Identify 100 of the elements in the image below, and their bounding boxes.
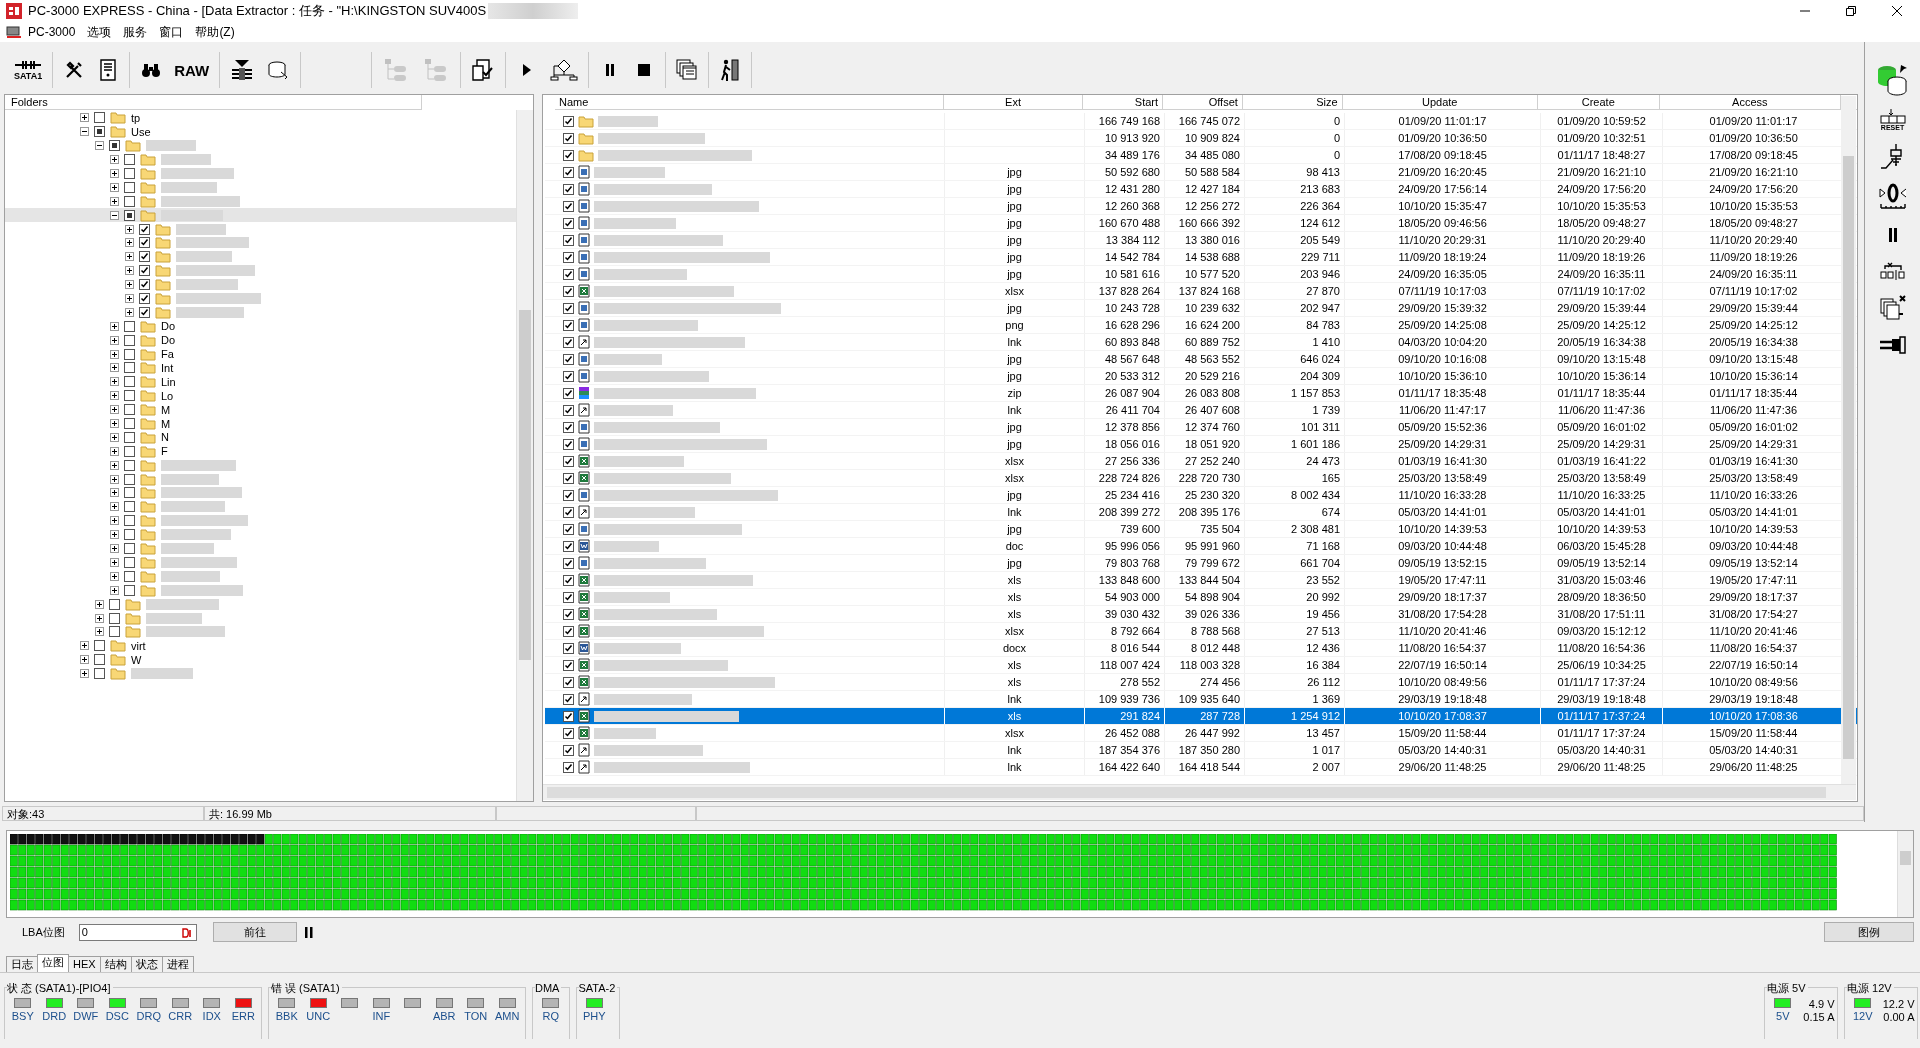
tree-row[interactable]: Lo [5,388,517,403]
tree-item-label[interactable]: N [161,431,169,444]
tree-row[interactable]: Fa [5,347,517,362]
expand-icon[interactable] [110,377,119,387]
scrollbar[interactable] [1897,831,1913,917]
tree-item-label[interactable]: Do [161,334,176,347]
collapse-icon[interactable] [95,141,104,151]
scrollbar[interactable] [1841,96,1856,784]
tree-row[interactable]: M [5,416,517,431]
checkbox[interactable] [563,727,574,739]
expand-icon[interactable] [80,669,89,679]
table-row[interactable]: jpg 48 567 648 48 563 552 646 024 09/10/20 10:16:08 09/10/20 13:15:48 09/10/20 13:15:48 [545,351,1857,368]
tree-row[interactable]: Do [5,333,517,348]
tab[interactable]: 位图 [37,954,69,972]
checkbox[interactable] [563,421,574,433]
tree-row[interactable]: M [5,402,517,417]
tree-item-label[interactable]: Use [131,125,151,138]
expand-icon[interactable] [110,182,119,192]
column-header[interactable]: Ext [943,95,1084,109]
expand-icon[interactable] [110,155,119,165]
table-row[interactable]: jpg 10 243 728 10 239 632 202 947 29/09/20 15:39:32 29/09/20 15:39:44 29/09/20 15:39:44 [545,300,1857,317]
tree-row[interactable]: virt [5,638,517,653]
expand-icon[interactable] [110,335,119,345]
legend-button[interactable]: 图例 [1824,922,1914,942]
checkbox[interactable] [124,459,135,471]
tree-item-label[interactable]: F [161,445,168,458]
checkbox[interactable] [563,676,574,688]
checkbox[interactable] [109,598,120,610]
table-row[interactable]: jpg 12 378 856 12 374 760 101 311 05/09/20 15:52:36 05/09/20 16:01:02 05/09/20 16:01:02 [545,419,1857,436]
table-row[interactable]: jpg 14 542 784 14 538 688 229 711 11/09/20 18:19:24 11/09/20 18:19:26 11/09/20 18:19:26 [545,249,1857,266]
checkbox[interactable] [563,149,574,161]
checkbox[interactable] [124,431,135,443]
checkbox[interactable] [563,319,574,331]
expand-icon[interactable] [110,474,119,484]
tab[interactable]: 进程 [161,956,194,972]
checkbox[interactable] [563,166,574,178]
table-row[interactable]: 34 489 176 34 485 080 0 17/08/20 09:18:45 01/11/17 18:48:27 17/08/20 09:18:45 [545,147,1857,164]
toolbar-button[interactable]: SATA1 [8,53,49,87]
expand-icon[interactable] [110,571,119,581]
checkbox[interactable] [124,362,135,374]
expand-icon[interactable] [110,502,119,512]
expand-icon[interactable] [110,460,119,470]
checkbox[interactable] [124,195,135,207]
checkbox[interactable] [124,320,135,332]
scrollbar[interactable] [543,784,1856,800]
checkbox[interactable] [563,608,574,620]
checkbox[interactable] [139,293,150,304]
table-row[interactable]: xls 39 030 432 39 026 336 19 456 31/08/20 17:54:28 31/08/20 17:51:11 31/08/20 17:54:27 [545,606,1857,623]
expand-icon[interactable] [125,266,134,276]
checkbox[interactable] [124,501,135,513]
tree-item-label[interactable]: M [161,417,171,430]
tree-row[interactable]: Lin [5,374,517,389]
checkbox[interactable] [94,112,105,124]
checkbox[interactable] [563,336,574,348]
checkbox[interactable] [563,404,574,416]
tree-row[interactable]: tp [5,111,517,125]
table-row[interactable]: jpg 12 260 368 12 256 272 226 364 10/10/20 15:35:47 10/10/20 15:35:53 10/10/20 15:35:53 [545,198,1857,215]
menu-item[interactable]: 选项 [81,23,118,41]
table-row[interactable]: xlsx 137 828 264 137 824 168 27 870 07/11/19 10:17:03 07/11/19 10:17:02 07/11/19 10:17:02 [545,283,1857,300]
checkbox[interactable] [139,306,150,318]
tool-button[interactable] [1877,182,1908,212]
checkbox[interactable] [139,265,150,277]
tree-row[interactable]: Use [5,124,517,139]
expand-icon[interactable] [80,655,89,665]
table-row[interactable]: jpg 10 581 616 10 577 520 203 946 24/09/20 16:35:05 24/09/20 16:35:11 24/09/20 16:35:11 [545,266,1857,283]
table-row[interactable]: lnk 60 893 848 60 889 752 1 410 04/03/20 10:04:20 20/05/19 16:34:38 20/05/19 16:34:38 [545,334,1857,351]
scrollbar[interactable] [516,110,533,801]
checkbox[interactable] [563,353,574,365]
table-row[interactable]: lnk 26 411 704 26 407 608 1 739 11/06/20 11:47:17 11/06/20 11:47:36 11/06/20 11:47:36 [545,402,1857,419]
expand-icon[interactable] [125,307,134,317]
expand-icon[interactable] [110,530,119,540]
checkbox[interactable] [563,302,574,314]
checkbox[interactable] [94,654,105,666]
column-header[interactable]: Start [1083,95,1164,109]
checkbox[interactable] [139,237,150,249]
checkbox[interactable] [94,126,105,138]
expand-icon[interactable] [110,516,119,526]
checkbox[interactable] [563,251,574,263]
table-row[interactable]: zip 26 087 904 26 083 808 1 157 853 01/11/17 18:35:48 01/11/17 18:35:44 01/11/17 18:35:44 [545,385,1857,402]
expand-icon[interactable] [110,544,119,554]
checkbox[interactable] [563,115,574,127]
checkbox[interactable] [124,515,135,527]
checkbox[interactable] [124,556,135,568]
checkbox[interactable] [563,234,574,246]
expand-icon[interactable] [110,196,119,206]
expand-icon[interactable] [95,613,104,623]
checkbox[interactable] [563,200,574,212]
table-row[interactable]: jpg 25 234 416 25 230 320 8 002 434 11/10/20 16:33:28 11/10/20 16:33:25 11/10/20 16:33:26 [545,487,1857,504]
table-row[interactable]: jpg 739 600 735 504 2 308 481 10/10/20 14:39:53 10/10/20 14:39:53 10/10/20 14:39:53 [545,521,1857,538]
checkbox[interactable] [563,710,574,722]
checkbox[interactable] [563,438,574,450]
tree-item-label[interactable]: virt [131,639,146,652]
checkbox[interactable] [124,418,135,430]
checkbox[interactable] [124,154,135,166]
tree-row[interactable]: W [5,652,517,667]
tree-row[interactable]: Int [5,361,517,375]
expand-icon[interactable] [110,349,119,359]
checkbox[interactable] [563,540,574,552]
checkbox[interactable] [109,626,120,638]
table-row[interactable]: xlsx 27 256 336 27 252 240 24 473 01/03/19 16:41:30 01/03/19 16:41:22 01/03/19 16:41:30 [545,453,1857,470]
